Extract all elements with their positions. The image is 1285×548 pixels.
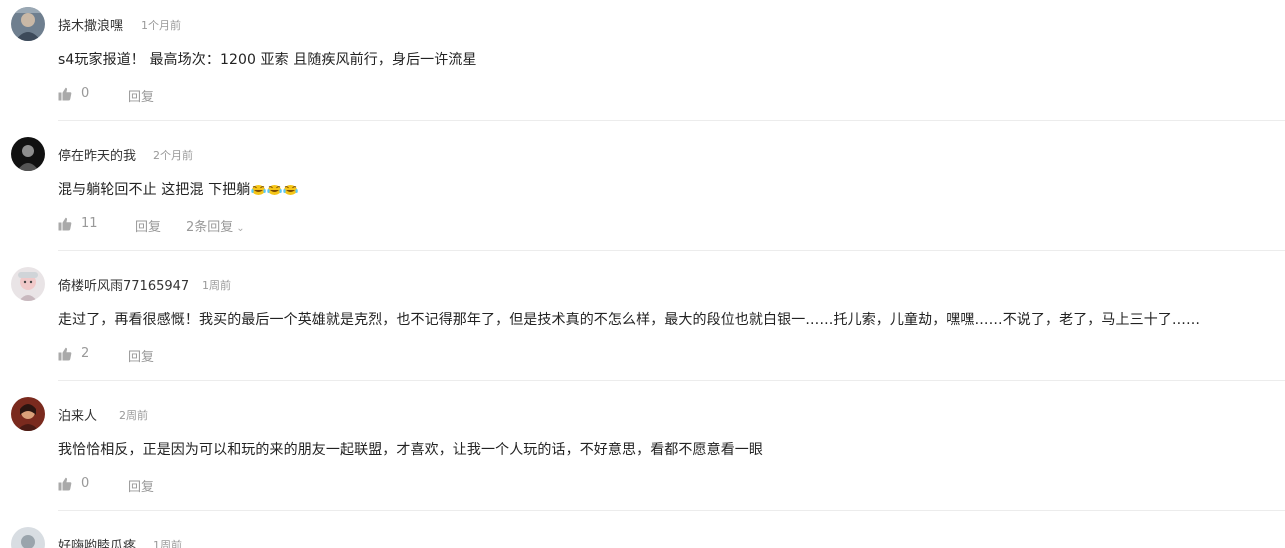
view-replies-button[interactable]: 2条回复 ⌄: [186, 216, 245, 235]
comment-item: 泊来人 2周前 我恰恰相反，正是因为可以和玩的来的朋友一起联盟，才喜欢，让我一个…: [0, 390, 1285, 520]
comment-text: 走过了，再看很感慨！我买的最后一个英雄就是克烈，也不记得那年了，但是技术真的不怎…: [58, 312, 1201, 328]
reply-button[interactable]: 回复: [135, 216, 161, 235]
timestamp: 2周前: [119, 409, 148, 422]
comment-list: 挠木撒浪嘿 1个月前 s4玩家报道！ 最高场次：1200 亚索 且随疾风前行，身…: [0, 0, 1285, 548]
laughing-tears-icon: [283, 183, 299, 196]
comment-text: 混与躺轮回不止 这把混 下把躺: [58, 179, 299, 199]
username[interactable]: 停在昨天的我: [58, 145, 136, 164]
divider: [58, 510, 1285, 511]
username[interactable]: 倚楼听风雨77165947: [58, 275, 189, 294]
laughing-tears-icon: [251, 183, 267, 196]
thumbs-up-icon[interactable]: [58, 477, 72, 491]
timestamp: 1周前: [153, 539, 182, 548]
avatar[interactable]: [11, 137, 45, 171]
chevron-down-icon: ⌄: [236, 223, 245, 234]
username[interactable]: 挠木撒浪嘿: [58, 15, 123, 34]
reply-button[interactable]: 回复: [128, 86, 154, 105]
comment-text: 我恰恰相反，正是因为可以和玩的来的朋友一起联盟，才喜欢，让我一个人玩的话，不好意…: [58, 442, 763, 458]
reply-button[interactable]: 回复: [128, 476, 154, 495]
avatar[interactable]: [11, 397, 45, 431]
comment-text-body: 混与躺轮回不止 这把混 下把躺: [58, 182, 251, 198]
divider: [58, 380, 1285, 381]
username[interactable]: 好嗨哟睦瓜疼: [58, 535, 136, 548]
avatar[interactable]: [11, 527, 45, 548]
comment-item: 挠木撒浪嘿 1个月前 s4玩家报道！ 最高场次：1200 亚索 且随疾风前行，身…: [0, 0, 1285, 130]
comment-item: 好嗨哟睦瓜疼 1周前: [0, 520, 1285, 548]
divider: [58, 120, 1285, 121]
thumbs-up-icon[interactable]: [58, 217, 72, 231]
view-replies-label: 2条回复: [186, 220, 234, 235]
thumbs-up-icon[interactable]: [58, 87, 72, 101]
reply-button[interactable]: 回复: [128, 346, 154, 365]
comment-text: s4玩家报道！ 最高场次：1200 亚索 且随疾风前行，身后一许流星: [58, 52, 477, 68]
comment-item: 停在昨天的我 2个月前 混与躺轮回不止 这把混 下把躺 11 回复 2条回复 ⌄: [0, 130, 1285, 260]
divider: [58, 250, 1285, 251]
avatar[interactable]: [11, 267, 45, 301]
like-count: 0: [81, 86, 90, 101]
comment-item: 倚楼听风雨77165947 1周前 走过了，再看很感慨！我买的最后一个英雄就是克…: [0, 260, 1285, 390]
like-count: 0: [81, 476, 90, 491]
username[interactable]: 泊来人: [58, 405, 97, 424]
thumbs-up-icon[interactable]: [58, 347, 72, 361]
timestamp: 2个月前: [153, 149, 193, 162]
laughing-tears-icon: [267, 183, 283, 196]
avatar[interactable]: [11, 7, 45, 41]
timestamp: 1个月前: [141, 19, 181, 32]
timestamp: 1周前: [202, 279, 231, 292]
like-count: 11: [81, 216, 98, 231]
like-count: 2: [81, 346, 90, 361]
